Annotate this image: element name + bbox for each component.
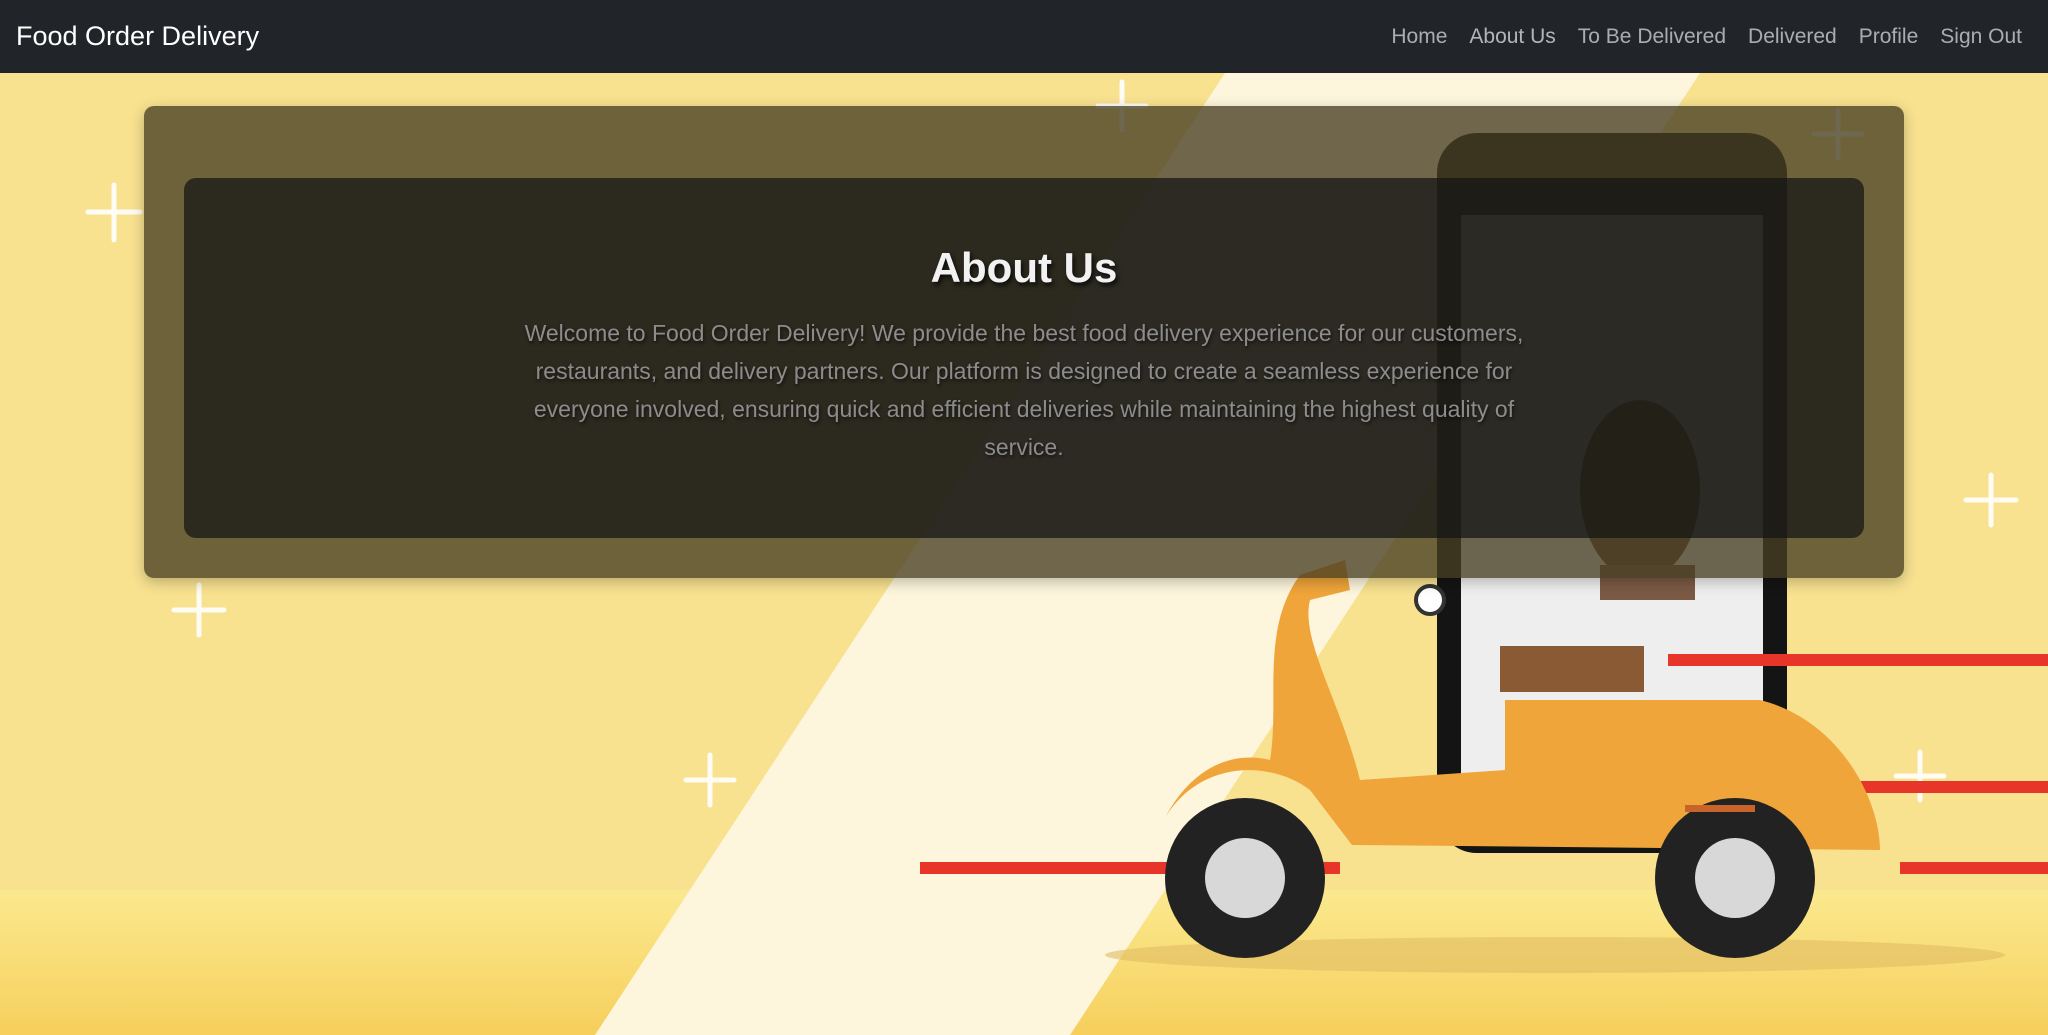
nav-links: Home About Us To Be Delivered Delivered … <box>1369 25 2022 49</box>
about-section-card: About Us Welcome to Food Order Delivery!… <box>144 106 1904 578</box>
about-content-panel: About Us Welcome to Food Order Delivery!… <box>184 178 1864 538</box>
nav-link-home[interactable]: Home <box>1391 25 1447 49</box>
about-title: About Us <box>930 244 1118 291</box>
nav-link-about-us[interactable]: About Us <box>1469 25 1555 49</box>
nav-link-delivered[interactable]: Delivered <box>1748 25 1837 49</box>
top-navbar: Food Order Delivery Home About Us To Be … <box>0 0 2048 73</box>
page: Food Order Delivery Home About Us To Be … <box>0 0 2048 1035</box>
nav-link-profile[interactable]: Profile <box>1859 25 1919 49</box>
brand-logo-link[interactable]: Food Order Delivery <box>16 21 259 52</box>
about-description: Welcome to Food Order Delivery! We provi… <box>524 320 1524 460</box>
nav-link-to-be-delivered[interactable]: To Be Delivered <box>1578 25 1726 49</box>
nav-link-sign-out[interactable]: Sign Out <box>1940 25 2022 49</box>
